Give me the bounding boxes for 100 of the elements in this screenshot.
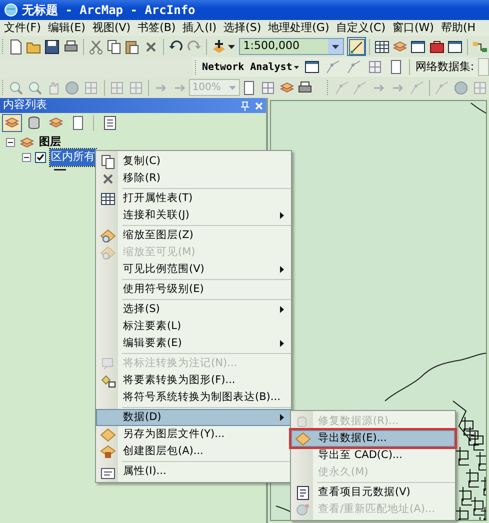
menu-item[interactable]: 移除(R) xyxy=(96,170,291,187)
menu-item[interactable]: 标注要素(L) xyxy=(96,318,291,335)
menu-item[interactable]: 书签(B) xyxy=(138,21,176,35)
checkbox-checked[interactable] xyxy=(35,152,46,163)
menu-item[interactable]: 文件(F) xyxy=(4,21,41,35)
layers-icon xyxy=(392,38,408,54)
magnifier-icon xyxy=(26,80,43,96)
diamond-icon xyxy=(295,430,311,446)
node-icon xyxy=(408,80,425,96)
layer-group-label[interactable]: 图层 xyxy=(39,134,61,151)
network-dataset-label: 网络数据集: xyxy=(415,58,474,75)
paste-icon xyxy=(124,38,140,54)
submenu-arrow-icon xyxy=(280,266,284,273)
menu-item[interactable]: 复制(C) xyxy=(96,153,291,170)
window-icon xyxy=(410,38,426,54)
menu-item[interactable]: 自定义(C) xyxy=(336,21,386,35)
menu-item[interactable]: 窗口(W) xyxy=(392,21,434,35)
grid-icon xyxy=(108,80,125,96)
layers-icon xyxy=(278,80,295,96)
pin-icon[interactable] xyxy=(241,100,249,110)
node-icon xyxy=(324,59,341,75)
globe-icon xyxy=(4,3,18,17)
label-icon xyxy=(100,356,116,372)
table-icon xyxy=(100,190,116,206)
save-button[interactable] xyxy=(43,37,62,56)
add-data-icon xyxy=(211,38,228,54)
globe-icon xyxy=(64,80,80,96)
save-icon xyxy=(44,38,60,54)
menu-item[interactable]: 编辑(E) xyxy=(48,21,86,35)
copy-icon xyxy=(106,38,122,54)
diamond-box-icon xyxy=(100,444,116,460)
globe-pin-icon xyxy=(295,502,311,518)
menu-item[interactable]: 属性(I)... xyxy=(96,463,291,480)
zoom-value: 100% xyxy=(192,81,221,95)
layer-label[interactable]: 区内所有 xyxy=(50,149,96,166)
menu-item[interactable]: 导出数据(E)... xyxy=(291,430,455,447)
submenu-arrow-icon xyxy=(280,414,284,421)
menu-item[interactable]: 视图(V) xyxy=(92,21,131,35)
menu-item[interactable]: 地理处理(G) xyxy=(268,21,330,35)
print-icon xyxy=(62,38,79,54)
node-icon xyxy=(346,59,362,75)
menu-item[interactable]: 打开属性表(T) xyxy=(96,190,291,207)
collapse-icon[interactable] xyxy=(6,138,15,147)
pencil-line-icon xyxy=(348,38,365,54)
menu-item[interactable]: 连接和关联(J) xyxy=(96,207,291,224)
submenu-arrow-icon xyxy=(280,212,284,219)
node-icon xyxy=(434,80,450,96)
node-icon xyxy=(334,80,350,96)
menu-item[interactable]: 帮助(H xyxy=(440,21,476,35)
menu-item[interactable]: 导出至 CAD(C)... xyxy=(291,447,455,464)
table-icon xyxy=(374,38,390,54)
window-icon xyxy=(446,38,463,54)
menu-item[interactable]: 使用符号级别(E) xyxy=(96,281,291,298)
menu-item[interactable]: 查看项目元数据(V) xyxy=(291,484,455,501)
scissors-icon xyxy=(88,38,104,54)
submenu-arrow-icon xyxy=(280,306,284,313)
grid-icon xyxy=(366,59,383,75)
line-symbol-icon xyxy=(54,169,66,171)
submenu-arrow-icon xyxy=(280,340,284,347)
menu-item[interactable]: 可见比例范围(V) xyxy=(96,261,291,278)
copy-button[interactable] xyxy=(104,37,124,56)
window-icon xyxy=(304,59,320,75)
view-tab[interactable] xyxy=(2,114,22,132)
magnifier-icon xyxy=(8,80,24,96)
menu-item[interactable]: 选择(S) xyxy=(224,21,262,35)
dropdown-arrow-icon[interactable] xyxy=(228,44,236,48)
diamond-magnifier-icon xyxy=(100,244,116,260)
window-title: 无标题 - ArcMap - ArcInfo xyxy=(22,2,196,19)
scale-dropdown[interactable]: 1:500,000 xyxy=(239,38,344,55)
dropdown-arrow-icon xyxy=(294,66,300,68)
menu-item[interactable]: 选择(S) xyxy=(96,301,291,318)
print-icon xyxy=(297,80,314,96)
scale-value: 1:500,000 xyxy=(243,38,300,54)
new-file-icon xyxy=(8,38,24,54)
grid-icon xyxy=(128,80,144,96)
panel-title: 内容列表 xyxy=(3,97,47,114)
menu-item[interactable]: 编辑要素(E) xyxy=(96,335,291,352)
menu-item[interactable]: 将符号系统转换为制图表达(B)... xyxy=(96,389,291,406)
network-analyst-menu[interactable]: Network Analyst xyxy=(200,58,302,76)
node-icon xyxy=(352,80,368,96)
menu-item[interactable]: 插入(I) xyxy=(182,21,217,35)
menu-item[interactable]: 缩放至图层(Z) xyxy=(96,227,291,244)
pencil-line-button[interactable] xyxy=(347,37,366,56)
menu-item[interactable]: 数据(D) xyxy=(96,409,291,426)
page-icon xyxy=(70,115,86,131)
list-icon xyxy=(102,115,118,131)
globe-icon xyxy=(452,80,469,96)
close-icon[interactable] xyxy=(255,102,263,110)
collapse-icon[interactable] xyxy=(22,153,31,162)
document-icon xyxy=(295,484,311,500)
grid-icon xyxy=(472,80,488,96)
menu-item[interactable]: 将要素转换为图形(F)... xyxy=(96,372,291,389)
menu-item[interactable]: 另存为图层文件(Y)... xyxy=(96,426,291,443)
menu-item[interactable]: 创建图层包(A)... xyxy=(96,443,291,460)
shapes-icon xyxy=(100,372,116,388)
diamond-magnifier-icon xyxy=(100,228,116,244)
toolbox-icon xyxy=(428,38,445,54)
grid-icon xyxy=(83,80,100,96)
grid-icon xyxy=(260,80,276,96)
layers-icon xyxy=(19,134,35,150)
